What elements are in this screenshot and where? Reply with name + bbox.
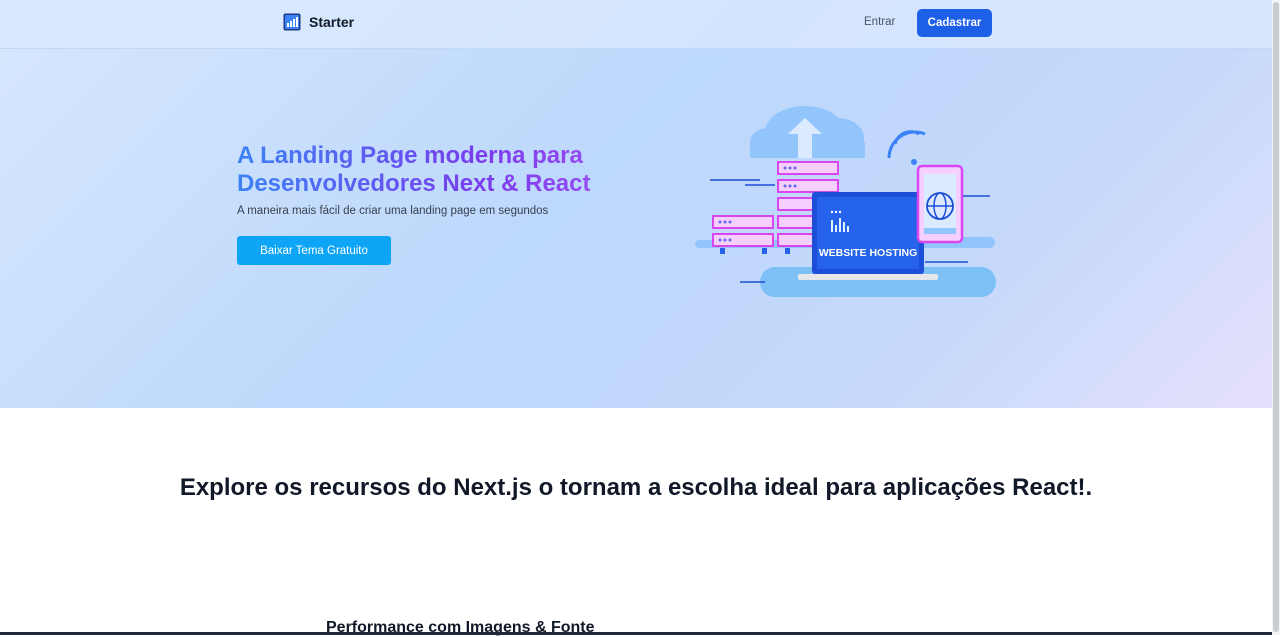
scrollbar-thumb[interactable] (1273, 2, 1279, 632)
login-link[interactable]: Entrar (864, 16, 895, 28)
server-rack-small-icon (712, 215, 774, 254)
brand[interactable]: Starter (283, 13, 354, 31)
website-hosting-illustration: WEBSITE HOSTING (695, 106, 996, 297)
hero-title: A Landing Page moderna para Desenvolvedo… (237, 142, 657, 198)
features-title: Explore os recursos do Next.js o tornam … (179, 474, 1093, 501)
cloud-icon (750, 106, 865, 158)
illustration-label: WEBSITE HOSTING (819, 247, 918, 259)
navbar: Starter Entrar Cadastrar (0, 0, 1280, 49)
signup-button[interactable]: Cadastrar (917, 9, 992, 37)
bar-chart-logo-icon (283, 13, 301, 31)
brand-name: Starter (309, 14, 355, 30)
hero-background (0, 0, 1280, 408)
download-theme-button[interactable]: Baixar Tema Gratuito (237, 236, 391, 265)
wifi-icon (887, 130, 926, 165)
scrollbar[interactable] (1272, 0, 1280, 635)
hero-subtitle: A maneira mais fácil de criar uma landin… (237, 205, 549, 217)
phone-icon (916, 164, 964, 244)
